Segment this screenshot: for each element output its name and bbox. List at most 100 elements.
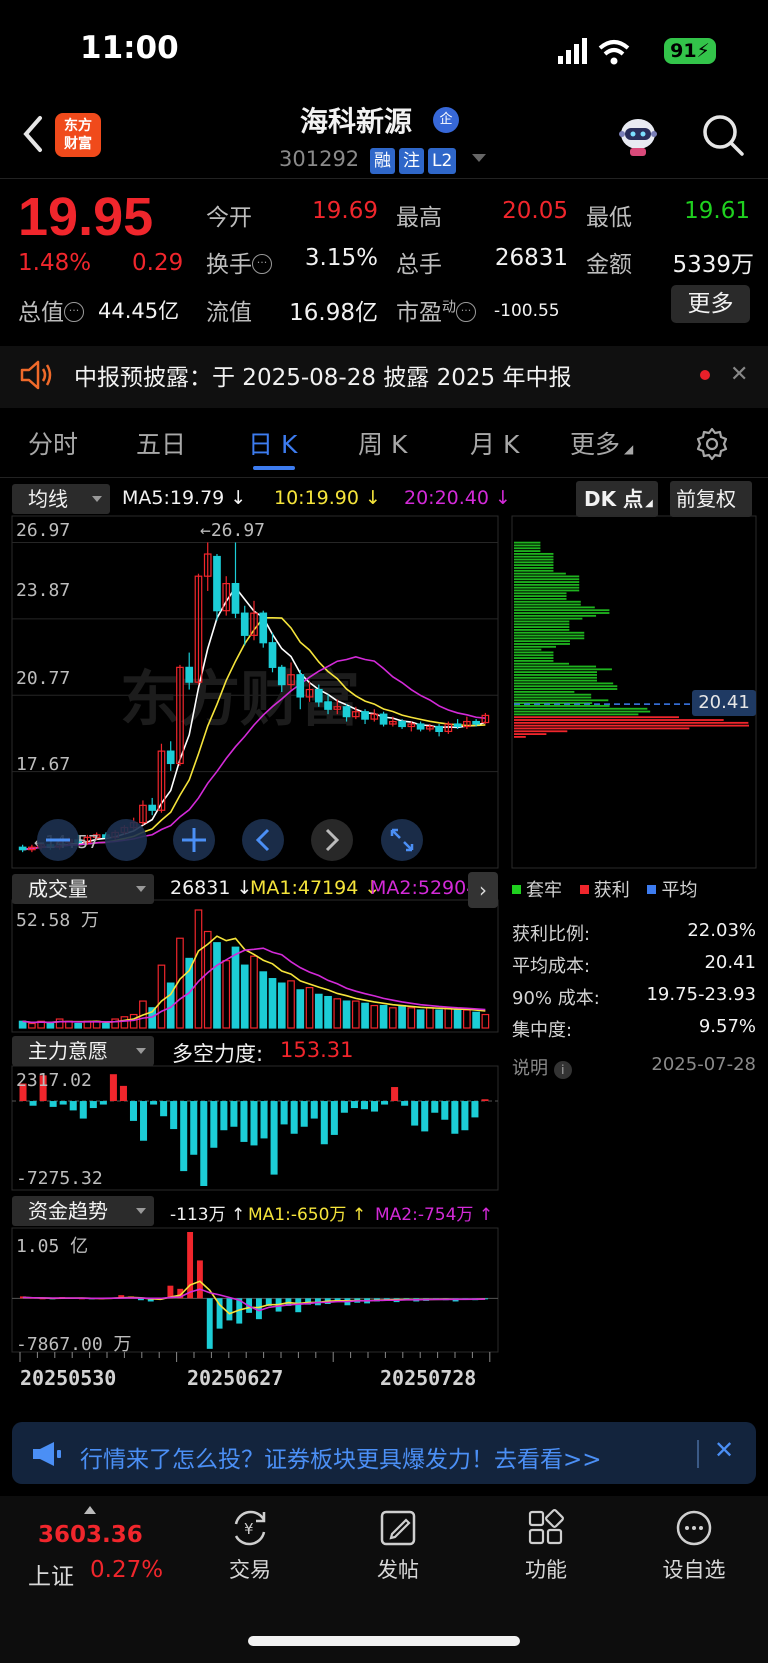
profit-ratio-value: 22.03%: [687, 920, 756, 941]
pan-right-icon[interactable]: [311, 819, 353, 861]
fund-trend-select[interactable]: 资金趋势: [12, 1196, 154, 1226]
candle-down: [268, 642, 277, 668]
stock-code: 301292: [279, 147, 360, 171]
volume-bar: [416, 1009, 425, 1029]
chip-bar: [514, 733, 547, 735]
candle-down: [277, 666, 286, 686]
chip-explain-label[interactable]: 说明 i: [512, 1054, 572, 1080]
more-quote-button[interactable]: 更多: [671, 285, 750, 323]
volume-bar: [305, 987, 314, 1029]
nav-watchlist[interactable]: 设自选: [644, 1508, 744, 1584]
trade-icon: ¥: [234, 1510, 266, 1546]
chip-bar: [514, 614, 597, 617]
close-icon[interactable]: ✕: [730, 362, 748, 387]
tab-daily-k[interactable]: 日 K: [248, 425, 297, 461]
level2-tag: L2: [428, 148, 457, 174]
chip-bar: [514, 730, 568, 733]
volume-bar: [74, 1022, 82, 1029]
chip-bar: [514, 581, 580, 583]
turnover-info-icon[interactable]: ···: [252, 254, 272, 274]
main-force-bar: [481, 1099, 489, 1102]
main-force-bar: [150, 1101, 158, 1105]
candle-down: [379, 713, 388, 725]
volume-select[interactable]: 成交量: [12, 874, 154, 904]
chip-bar: [514, 592, 567, 595]
pan-left-icon[interactable]: [242, 819, 284, 861]
nav-functions[interactable]: 功能: [496, 1508, 596, 1584]
volume-bar: [277, 982, 286, 1029]
tab-five-day[interactable]: 五日: [136, 425, 186, 461]
fullscreen-icon[interactable]: [381, 819, 423, 861]
back-arrow-icon[interactable]: [18, 112, 48, 156]
edit-icon: [380, 1510, 416, 1546]
chip-bar: [514, 674, 597, 676]
chip-bar: [514, 598, 567, 600]
high-marker: ←26.97: [200, 520, 266, 541]
market-cap-value: 44.45亿: [98, 299, 180, 323]
volume-bar: [342, 1000, 351, 1029]
index-value[interactable]: 3603.36: [38, 1522, 143, 1548]
market-cap-info-icon[interactable]: ···: [64, 302, 84, 322]
tab-intraday[interactable]: 分时: [28, 425, 78, 461]
notice-text[interactable]: 中报预披露：于 2025-08-28 披露 2025 年中报: [74, 358, 571, 392]
candle-down: [166, 750, 175, 765]
chip-bar: [514, 719, 724, 721]
chip-bar: [514, 710, 651, 713]
chip-bar: [514, 707, 648, 710]
grid-apps-icon: [528, 1509, 564, 1545]
chip-bar: [514, 578, 580, 581]
candle-down: [361, 711, 369, 720]
close-icon[interactable]: ✕: [714, 1436, 734, 1464]
volume-label: 总手: [396, 252, 442, 278]
ad-text[interactable]: 行情来了怎么投？证券板块更具爆发力！去看看>>: [80, 1440, 602, 1474]
search-icon[interactable]: [700, 112, 746, 158]
main-force-bar: [250, 1101, 258, 1146]
fund-trend-value: -113万 ↑: [170, 1205, 246, 1225]
index-up-arrow-icon: [84, 1506, 96, 1514]
fund-trend-bar: [295, 1298, 302, 1313]
stock-name: 海科新源: [300, 105, 413, 138]
main-force-value: 153.31: [280, 1038, 354, 1062]
main-force-bar: [140, 1101, 148, 1141]
main-force-select[interactable]: 主力意愿: [12, 1036, 154, 1066]
pe-info-icon[interactable]: ···: [456, 302, 476, 322]
candle-down: [240, 612, 249, 636]
candle-down: [342, 706, 351, 718]
more-dots-icon: [676, 1510, 712, 1546]
tab-more[interactable]: 更多 ◢: [570, 425, 633, 461]
nav-trade[interactable]: ¥ 交易: [200, 1508, 300, 1584]
chip-bar: [514, 657, 554, 659]
zoom-mid-icon[interactable]: [105, 819, 147, 861]
index-pct[interactable]: 0.27%: [90, 1557, 163, 1583]
tag-dropdown-icon[interactable]: [472, 154, 486, 162]
chip-bar: [514, 547, 541, 550]
tab-weekly-k[interactable]: 周 K: [358, 425, 407, 461]
chip-date: 2025-07-28: [651, 1054, 756, 1075]
robot-assistant-icon[interactable]: [614, 114, 662, 158]
volume-bar: [426, 1007, 434, 1029]
zoom-in-icon[interactable]: [173, 819, 215, 861]
candle-down: [416, 723, 425, 730]
open-label: 今开: [206, 205, 252, 231]
nav-post[interactable]: 发帖: [348, 1508, 448, 1584]
legend-expand-icon[interactable]: ›: [468, 872, 498, 908]
chip-bar: [514, 550, 541, 552]
info-icon[interactable]: i: [553, 1061, 572, 1079]
chip-bar: [514, 662, 570, 665]
chip-bar: [514, 575, 580, 578]
chip-bar: [514, 552, 554, 555]
stock-charts[interactable]: 东方财富: [0, 480, 768, 1410]
tab-monthly-k[interactable]: 月 K: [470, 425, 519, 461]
main-force-bar: [441, 1101, 449, 1120]
volume-bar: [55, 1018, 64, 1029]
chip-bar: [514, 696, 592, 699]
chip-bar: [514, 651, 554, 654]
chip-bar: [514, 682, 614, 685]
volume-bar: [463, 1009, 471, 1029]
settings-gear-icon[interactable]: [694, 426, 730, 462]
zoom-out-icon[interactable]: [37, 819, 79, 861]
fund-trend-lines: [22, 1280, 486, 1315]
svg-text:¥: ¥: [244, 1520, 254, 1538]
index-name[interactable]: 上证: [28, 1557, 74, 1591]
chip-bar: [514, 634, 585, 637]
